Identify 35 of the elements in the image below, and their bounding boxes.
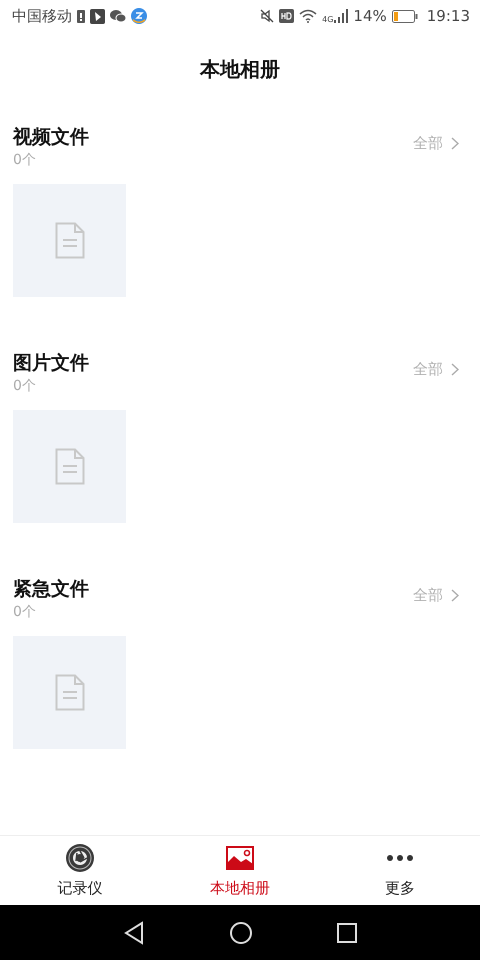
chat-icon <box>110 9 126 23</box>
signal-icon <box>334 9 348 23</box>
more-icon <box>386 854 414 862</box>
back-icon[interactable] <box>123 920 145 944</box>
home-icon[interactable] <box>229 920 253 944</box>
document-icon <box>54 448 84 485</box>
mute-icon <box>260 9 274 23</box>
chevron-right-icon <box>451 137 459 150</box>
placeholder-tile[interactable] <box>13 184 126 297</box>
document-icon <box>54 674 84 711</box>
file-count: 0个 <box>13 377 37 396</box>
camera-lens-icon <box>65 843 95 873</box>
section-title: 紧急文件 <box>13 577 89 602</box>
page-title: 本地相册 <box>200 56 280 82</box>
app-notification-icon <box>131 8 147 24</box>
recents-icon[interactable] <box>337 922 357 942</box>
network-type: 4G <box>322 15 334 24</box>
chevron-right-icon <box>451 363 459 376</box>
notification-icon <box>77 9 85 23</box>
wifi-icon <box>299 9 318 23</box>
section-title: 图片文件 <box>13 351 89 376</box>
file-count: 0个 <box>13 603 37 622</box>
clock-time: 19:13 <box>426 7 470 25</box>
placeholder-tile[interactable] <box>13 636 126 749</box>
image-icon <box>226 846 254 870</box>
chevron-right-icon <box>451 589 459 602</box>
document-icon <box>54 222 84 259</box>
carrier-name: 中国移动 <box>12 6 72 26</box>
file-count: 0个 <box>13 151 37 170</box>
battery-percent: 14% <box>353 7 387 25</box>
hd-icon <box>279 9 294 23</box>
section-title: 视频文件 <box>13 125 89 150</box>
battery-icon <box>392 10 418 22</box>
placeholder-tile[interactable] <box>13 410 126 523</box>
app-notification-icon <box>90 8 105 24</box>
